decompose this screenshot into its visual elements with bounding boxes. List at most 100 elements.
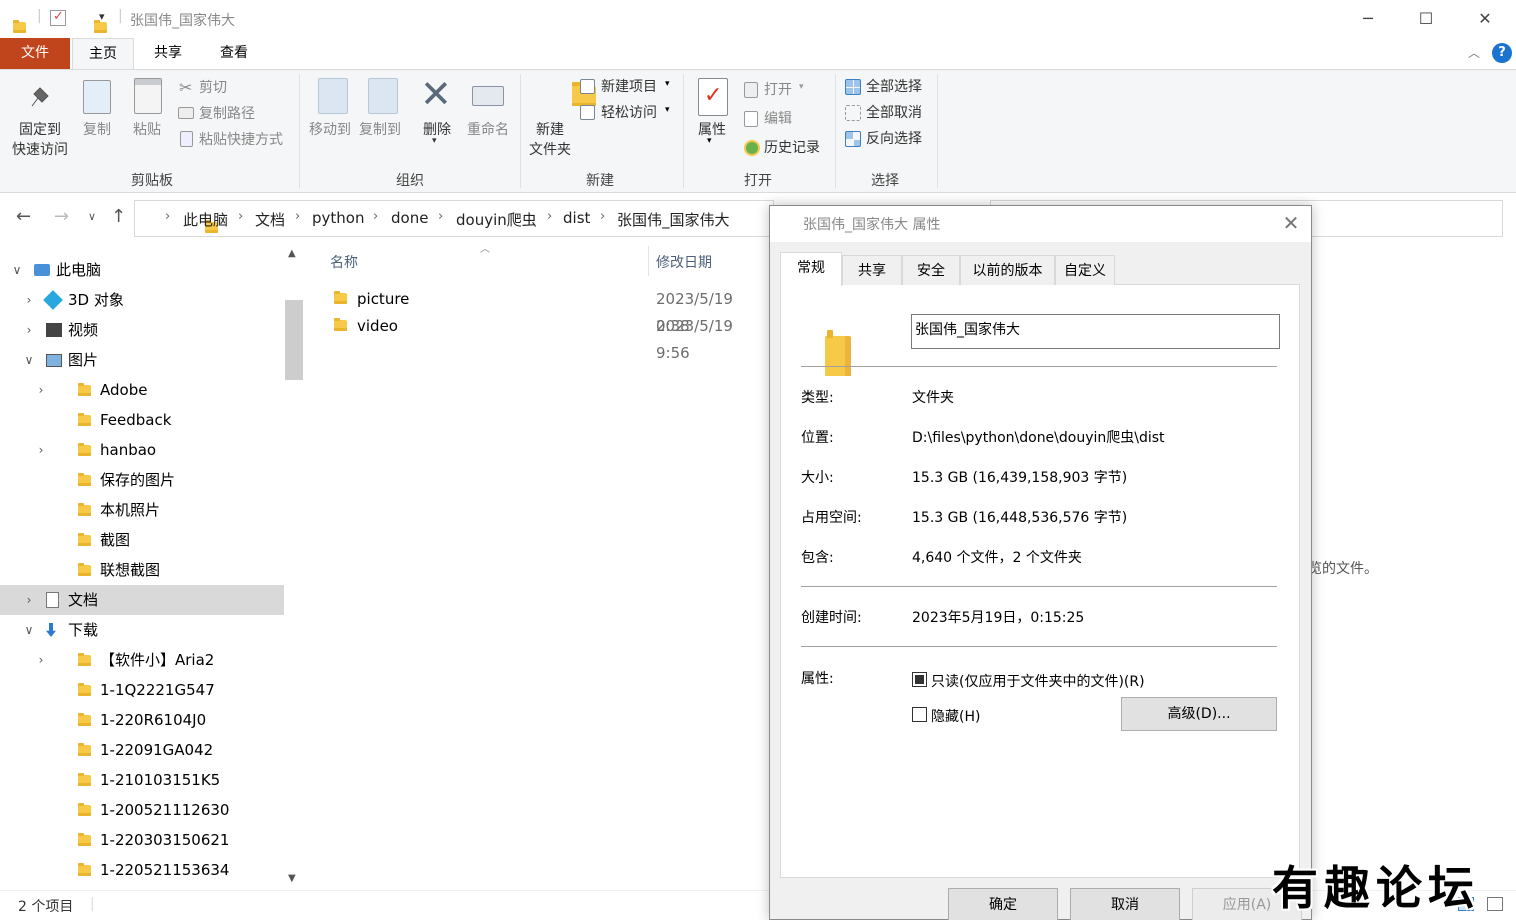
chevron-down-icon[interactable]: ∨ (22, 615, 36, 645)
chevron-right-icon[interactable]: › (438, 209, 443, 224)
hidden-label[interactable]: 隐藏(H) (931, 706, 980, 726)
breadcrumb-current[interactable]: 张国伟_国家伟大 (617, 209, 730, 230)
easy-access-button[interactable]: 轻松访问 (601, 103, 657, 123)
properties-button[interactable]: 属性 (692, 120, 732, 140)
chevron-right-icon[interactable]: › (295, 209, 300, 224)
nav-item[interactable]: 1-220303150621 (0, 825, 284, 855)
folder-name-input[interactable]: 张国伟_国家伟大 (911, 314, 1280, 349)
nav-item[interactable]: › hanbao (0, 435, 284, 465)
invert-selection-button[interactable]: 反向选择 (866, 129, 922, 149)
help-icon[interactable]: ? (1492, 43, 1512, 63)
paste-button[interactable]: 粘贴 (126, 120, 168, 140)
tab-share[interactable]: 共享 (138, 38, 198, 69)
tab-home[interactable]: 主页 (72, 38, 134, 69)
pin-quick-access-button[interactable]: 固定到 快速访问 (6, 120, 74, 160)
collapse-ribbon-icon[interactable]: ︿ (1468, 44, 1480, 61)
nav-scrollbar-thumb[interactable] (285, 300, 303, 380)
breadcrumb-documents[interactable]: 文档 (255, 209, 285, 230)
readonly-label[interactable]: 只读(仅应用于文件夹中的文件)(R) (931, 671, 1145, 691)
chevron-right-icon[interactable]: › (238, 209, 243, 224)
chevron-down-icon[interactable]: ∨ (10, 255, 24, 285)
maximize-button[interactable]: ☐ (1397, 0, 1455, 38)
breadcrumb-done[interactable]: done (391, 209, 428, 227)
nav-item[interactable]: › 视频 (0, 315, 284, 345)
chevron-right-icon[interactable]: › (34, 645, 48, 675)
column-header-name[interactable]: 名称 (330, 252, 358, 272)
select-all-button[interactable]: 全部选择 (866, 77, 922, 97)
select-none-button[interactable]: 全部取消 (866, 103, 922, 123)
nav-item[interactable]: › 【软件小】Aria2 (0, 645, 284, 675)
chevron-right-icon[interactable]: › (22, 585, 36, 615)
file-row[interactable]: video 2023/5/19 9:56 (330, 313, 770, 362)
nav-item[interactable]: › Adobe (0, 375, 284, 405)
nav-item[interactable]: 保存的图片 (0, 465, 284, 495)
delete-button[interactable]: 删除 (417, 120, 457, 140)
nav-item[interactable]: ∨ 此电脑 (0, 255, 284, 285)
rename-button[interactable]: 重命名 (462, 120, 514, 140)
new-folder-qat-icon[interactable] (94, 20, 108, 33)
close-button[interactable]: ✕ (1456, 0, 1514, 38)
cancel-button[interactable]: 取消 (1070, 888, 1180, 920)
chevron-right-icon[interactable]: › (373, 209, 378, 224)
chevron-right-icon[interactable]: › (34, 375, 48, 405)
nav-item[interactable]: 联想截图 (0, 555, 284, 585)
ok-button[interactable]: 确定 (948, 888, 1058, 920)
new-item-dropdown-icon[interactable]: ▾ (665, 79, 670, 89)
dialog-close-button[interactable]: ✕ (1278, 208, 1304, 238)
scroll-down-icon[interactable]: ▼ (288, 873, 296, 884)
up-icon[interactable]: ↑ (111, 206, 126, 227)
minimize-button[interactable]: ─ (1339, 0, 1397, 38)
column-divider[interactable] (648, 246, 649, 276)
copy-path-button[interactable]: 复制路径 (199, 104, 255, 124)
cut-button[interactable]: 剪切 (199, 78, 227, 98)
tab-view[interactable]: 查看 (204, 38, 264, 69)
properties-dropdown-icon[interactable]: ▾ (707, 136, 712, 146)
chevron-right-icon[interactable]: › (165, 209, 170, 224)
recent-locations-icon[interactable]: ∨ (88, 210, 96, 223)
tab-previous-versions[interactable]: 以前的版本 (960, 255, 1055, 285)
open-button[interactable]: 打开 (764, 80, 792, 100)
nav-item[interactable]: Feedback (0, 405, 284, 435)
nav-item[interactable]: ∨ 图片 (0, 345, 284, 375)
breadcrumb-python[interactable]: python (312, 209, 364, 227)
chevron-right-icon[interactable]: › (34, 435, 48, 465)
large-icons-view-icon[interactable] (1487, 897, 1503, 911)
properties-qat-icon[interactable]: ✓ (50, 9, 66, 26)
nav-item[interactable]: 1-200521112630 (0, 795, 284, 825)
nav-item[interactable]: 截图 (0, 525, 284, 555)
nav-item[interactable]: 本机照片 (0, 495, 284, 525)
tab-general[interactable]: 常规 (780, 252, 842, 286)
open-dropdown-icon[interactable]: ▾ (799, 82, 804, 92)
readonly-checkbox[interactable] (912, 672, 927, 687)
delete-dropdown-icon[interactable]: ▾ (432, 136, 437, 146)
nav-item[interactable]: ∨ 下载 (0, 615, 284, 645)
advanced-button[interactable]: 高级(D)... (1121, 697, 1277, 731)
history-button[interactable]: 历史记录 (764, 138, 820, 158)
chevron-down-icon[interactable]: ∨ (22, 345, 36, 375)
tab-sharing[interactable]: 共享 (842, 255, 902, 285)
chevron-right-icon[interactable]: › (600, 209, 605, 224)
qat-dropdown-icon[interactable]: ▾ (99, 10, 105, 23)
column-header-modified[interactable]: 修改日期 (656, 252, 712, 272)
nav-item[interactable]: 1-22091GA042 (0, 735, 284, 765)
move-to-button[interactable]: 移动到 (304, 120, 356, 140)
paste-shortcut-button[interactable]: 粘贴快捷方式 (199, 130, 283, 150)
breadcrumb-douyin[interactable]: douyin爬虫 (456, 209, 537, 230)
forward-icon[interactable]: → (54, 206, 69, 227)
nav-item[interactable]: 1-1Q2221G547 (0, 675, 284, 705)
nav-item[interactable]: 1-220521153634 (0, 855, 284, 885)
tab-customize[interactable]: 自定义 (1055, 255, 1115, 285)
copy-button[interactable]: 复制 (76, 120, 118, 140)
back-icon[interactable]: ← (16, 206, 31, 227)
scroll-up-icon[interactable]: ▲ (288, 248, 296, 259)
easy-access-dropdown-icon[interactable]: ▾ (665, 105, 670, 115)
nav-item[interactable]: › 3D 对象 (0, 285, 284, 315)
hidden-checkbox[interactable] (912, 707, 927, 722)
chevron-right-icon[interactable]: › (22, 285, 36, 315)
nav-item[interactable]: › 文档 (0, 585, 284, 615)
new-folder-button[interactable]: 新建 文件夹 (524, 120, 576, 160)
chevron-right-icon[interactable]: › (22, 315, 36, 345)
breadcrumb-dist[interactable]: dist (563, 209, 590, 227)
copy-to-button[interactable]: 复制到 (354, 120, 406, 140)
nav-item[interactable]: 1-210103151K5 (0, 765, 284, 795)
